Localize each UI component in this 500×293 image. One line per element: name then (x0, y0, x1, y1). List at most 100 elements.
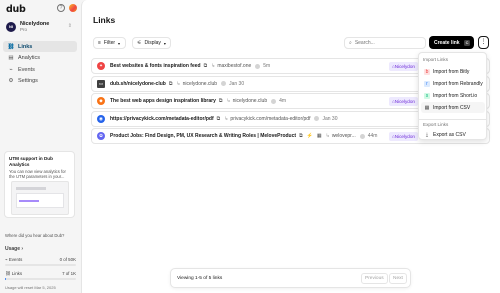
copy-icon[interactable]: ⧉ (219, 98, 223, 104)
sidebar-item-analytics[interactable]: ▤ Analytics (3, 53, 77, 64)
import-rebrandly-item[interactable]: r Import from Rebrandly (421, 78, 485, 89)
tag-badge[interactable]: ⌂ Nicelydon (389, 97, 418, 106)
dub-logo[interactable]: dub (6, 4, 26, 15)
usage-events-row: ⌁ Events 0 of 50K (5, 257, 76, 263)
copy-icon[interactable]: ⧉ (217, 116, 221, 122)
import-bitly-item[interactable]: b Import from Bitly (421, 66, 485, 77)
arrow-right-icon: ↳ (224, 115, 229, 122)
display-button[interactable]: ⚟ Display ▾ (132, 37, 171, 49)
shortcut-key: C (463, 39, 471, 46)
rebrandly-icon: r (424, 80, 430, 87)
feedback-link[interactable]: Where did you hear about Dub? (5, 233, 64, 238)
promo-title: UTM support in Dub Analytics (9, 156, 53, 167)
chevron-down-icon: ▾ (118, 40, 121, 46)
search-icon: ⌕ (349, 40, 352, 46)
sidebar-item-settings[interactable]: ⚙ Settings (3, 76, 77, 87)
link-destination[interactable]: privacykick.com/metadata-editor/pdf (230, 116, 310, 122)
link-created-time: 5m (263, 63, 271, 69)
import-shortio-item[interactable]: s Import from Short.io (421, 90, 485, 101)
chevron-updown-icon: ⇕ (67, 23, 72, 29)
events-icon: ⌁ (9, 66, 13, 73)
bolt-icon: ⚡ (306, 133, 313, 139)
create-link-button[interactable]: Create link C (429, 36, 474, 49)
link-title[interactable]: dub.sh/nicelydone-club (110, 81, 166, 87)
filter-button[interactable]: ≡ Filter ▾ (93, 37, 126, 49)
previous-page-button[interactable]: Previous (361, 273, 388, 284)
link-created-time: Jan 30 (229, 80, 245, 87)
usage-links-row: ⛓ Links 7 of 1K (5, 271, 76, 277)
main-panel: Links ≡ Filter ▾ ⚟ Display ▾ ⌕ Create li… (81, 0, 500, 293)
pagination-status: Viewing 1-5 of 5 links (177, 276, 223, 281)
creator-avatar (221, 81, 227, 86)
promo-text: You can now view analytics for the UTM p… (9, 169, 66, 179)
link-title[interactable]: Product Jobs: Find Design, PM, UX Resear… (110, 133, 296, 139)
import-csv-item[interactable]: ▦ Import from CSV (421, 102, 485, 113)
bitly-icon: b (424, 68, 430, 75)
arrow-right-icon: ↳ (211, 63, 216, 69)
copy-icon[interactable]: ⧉ (169, 81, 173, 87)
sidebar: dub ? NI Nicelydone Pro ⇕ ⛓ Links ▤ Anal… (0, 0, 81, 293)
workspace-plan: Pro (20, 27, 28, 32)
tag-badge[interactable]: ⌂ Nicelydon (389, 62, 418, 71)
link-destination[interactable]: nicelydone.club (233, 98, 267, 104)
link-created-time: 44m (367, 133, 378, 139)
page-title: Links (93, 15, 116, 25)
arrow-right-icon: ↳ (226, 98, 231, 104)
user-avatar[interactable] (69, 4, 77, 12)
promo-preview-image (11, 181, 69, 215)
search-input[interactable] (354, 40, 421, 46)
tag-badge[interactable]: ⌂ Nicelydon (389, 132, 418, 141)
download-icon: ⤓ (425, 131, 429, 138)
link-created-time: Jan 30 (322, 115, 338, 122)
usage-events-value: 0 of 50K (59, 257, 76, 262)
shortio-icon: s (424, 92, 430, 99)
gear-icon: ⚙ (8, 78, 14, 84)
link-favicon: ◉ (97, 114, 105, 123)
workspace-avatar: NI (6, 22, 16, 32)
pagination-bar: Viewing 1-5 of 5 links Previous Next (170, 268, 411, 288)
arrow-right-icon: ↳ (325, 133, 330, 139)
creator-avatar (314, 116, 320, 121)
sidebar-item-label: Links (18, 43, 33, 50)
link-title[interactable]: https://privacykick.com/metadata-editor/… (110, 116, 214, 122)
sidebar-item-events[interactable]: ⌁ Events (3, 64, 77, 75)
creator-avatar (359, 133, 365, 139)
utm-promo-card[interactable]: UTM support in Dub Analytics You can now… (4, 151, 75, 218)
sidebar-item-label: Analytics (18, 55, 41, 61)
usage-title[interactable]: Usage › (5, 246, 23, 252)
import-section-title: Import Links (423, 57, 449, 62)
usage-links-value: 7 of 1K (62, 271, 76, 276)
usage-reset-text: Usage will reset Mar 5, 2025 (5, 285, 56, 290)
next-page-button[interactable]: Next (389, 273, 407, 284)
link-favicon: ✿ (97, 132, 105, 140)
chevron-down-icon: ▾ (163, 40, 166, 46)
link-favicon: ◆ (97, 97, 105, 105)
menu-divider (419, 119, 486, 120)
help-icon[interactable]: ? (57, 4, 65, 12)
filter-icon: ≡ (98, 40, 101, 46)
search-box: ⌕ (344, 37, 426, 49)
sidebar-item-label: Events (18, 66, 35, 73)
link-title[interactable]: Best websites & fonts inspiration feed (110, 63, 201, 69)
link-favicon: ▭ (97, 79, 105, 88)
link-destination[interactable]: nicelydone.club (183, 81, 217, 87)
more-options-menu: Import Links b Import from Bitly r Impor… (418, 52, 487, 140)
link-destination[interactable]: welovepr... (332, 133, 356, 139)
workspace-switcher[interactable]: NI Nicelydone Pro ⇕ (4, 20, 76, 34)
sidebar-item-label: Settings (18, 78, 38, 84)
usage-events-label: ⌁ Events (5, 257, 23, 262)
copy-icon[interactable]: ⧉ (204, 63, 208, 69)
usage-links-bar (5, 278, 76, 280)
sidebar-item-links[interactable]: ⛓ Links (3, 41, 77, 52)
qr-icon[interactable]: ▦ (317, 133, 322, 139)
more-options-button[interactable]: ⋮ (478, 36, 489, 49)
copy-icon[interactable]: ⧉ (299, 133, 303, 139)
creator-avatar (255, 63, 261, 69)
usage-events-bar (5, 264, 76, 266)
export-csv-item[interactable]: ⤓ Export as CSV (421, 129, 485, 140)
link-destination[interactable]: maxibestof.one (217, 63, 251, 69)
link-icon: ⛓ (7, 43, 15, 50)
link-created-time: 4m (279, 98, 287, 104)
link-title[interactable]: The best web apps design inspiration lib… (110, 98, 216, 104)
chart-icon: ▤ (8, 55, 14, 61)
